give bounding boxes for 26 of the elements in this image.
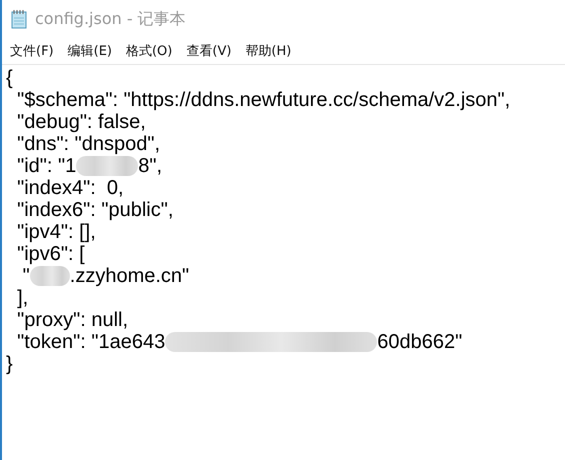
code-text: ": [22, 265, 30, 287]
code-text: "debug": false,: [16, 111, 146, 133]
code-text: "ipv4": [],: [16, 221, 96, 243]
redaction-blur: [30, 266, 70, 286]
code-text: .zzyhome.cn": [70, 265, 190, 287]
window-title: config.json - 记事本: [35, 8, 186, 30]
code-text: "$schema": "https://ddns.newfuture.cc/schema/v2.json",: [16, 89, 510, 111]
code-text: "index6": "public",: [16, 199, 174, 221]
menu-item[interactable]: 文件(F): [8, 40, 60, 62]
code-text: "dns": "dnspod",: [16, 133, 160, 155]
redaction-blur: [76, 156, 138, 176]
menu-item[interactable]: 帮助(H): [243, 40, 298, 62]
code-text: "proxy": null,: [16, 309, 128, 331]
notepad-icon: [10, 9, 28, 29]
code-text: }: [6, 353, 13, 375]
code-text: "token": "1ae643: [16, 331, 166, 353]
menu-item[interactable]: 格式(O): [124, 40, 178, 62]
code-text: "ipv6": [: [16, 243, 85, 265]
menu-item[interactable]: 编辑(E): [66, 40, 118, 62]
code-text: "index4": 0,: [16, 177, 124, 199]
code-text: {: [6, 67, 13, 89]
code-text: "id": "1: [16, 155, 76, 177]
code-text: ],: [16, 287, 28, 309]
code-text: 8",: [138, 155, 162, 177]
menu-item[interactable]: 查看(V): [184, 40, 238, 62]
code-text: 60db662": [377, 331, 462, 353]
